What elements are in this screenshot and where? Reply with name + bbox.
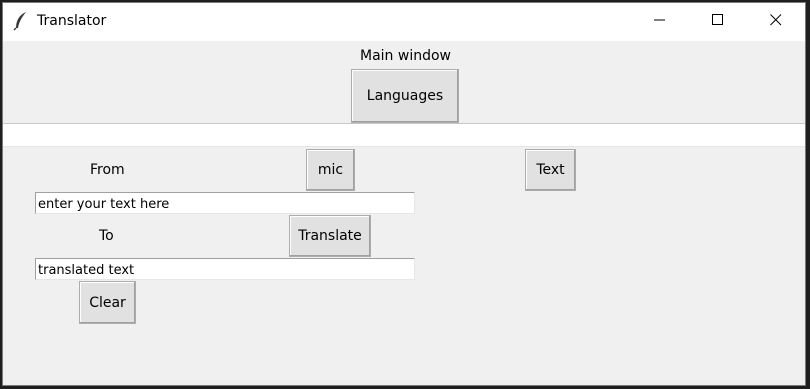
text-button[interactable]: Text (525, 149, 576, 191)
window-title: Translator (37, 13, 107, 29)
title-bar[interactable]: Translator (3, 3, 805, 41)
feather-icon (13, 11, 29, 31)
separator-strip (3, 123, 805, 147)
minimize-icon (654, 14, 666, 30)
maximize-icon (712, 14, 724, 30)
close-button[interactable] (747, 3, 805, 41)
close-icon (770, 14, 782, 30)
translator-window: Translator Main window Languages From mi… (2, 2, 806, 386)
source-text-input[interactable] (35, 192, 415, 214)
languages-button[interactable]: Languages (351, 69, 459, 123)
mic-button[interactable]: mic (306, 149, 355, 191)
from-label: From (90, 162, 125, 178)
clear-button[interactable]: Clear (79, 281, 136, 324)
translated-text-output[interactable] (35, 258, 415, 280)
main-window-heading: Main window (360, 48, 451, 64)
minimize-button[interactable] (631, 3, 689, 41)
maximize-button[interactable] (689, 3, 747, 41)
main-content: Main window Languages From mic Text To T… (3, 41, 805, 387)
translate-button[interactable]: Translate (289, 215, 371, 257)
to-label: To (99, 228, 114, 244)
